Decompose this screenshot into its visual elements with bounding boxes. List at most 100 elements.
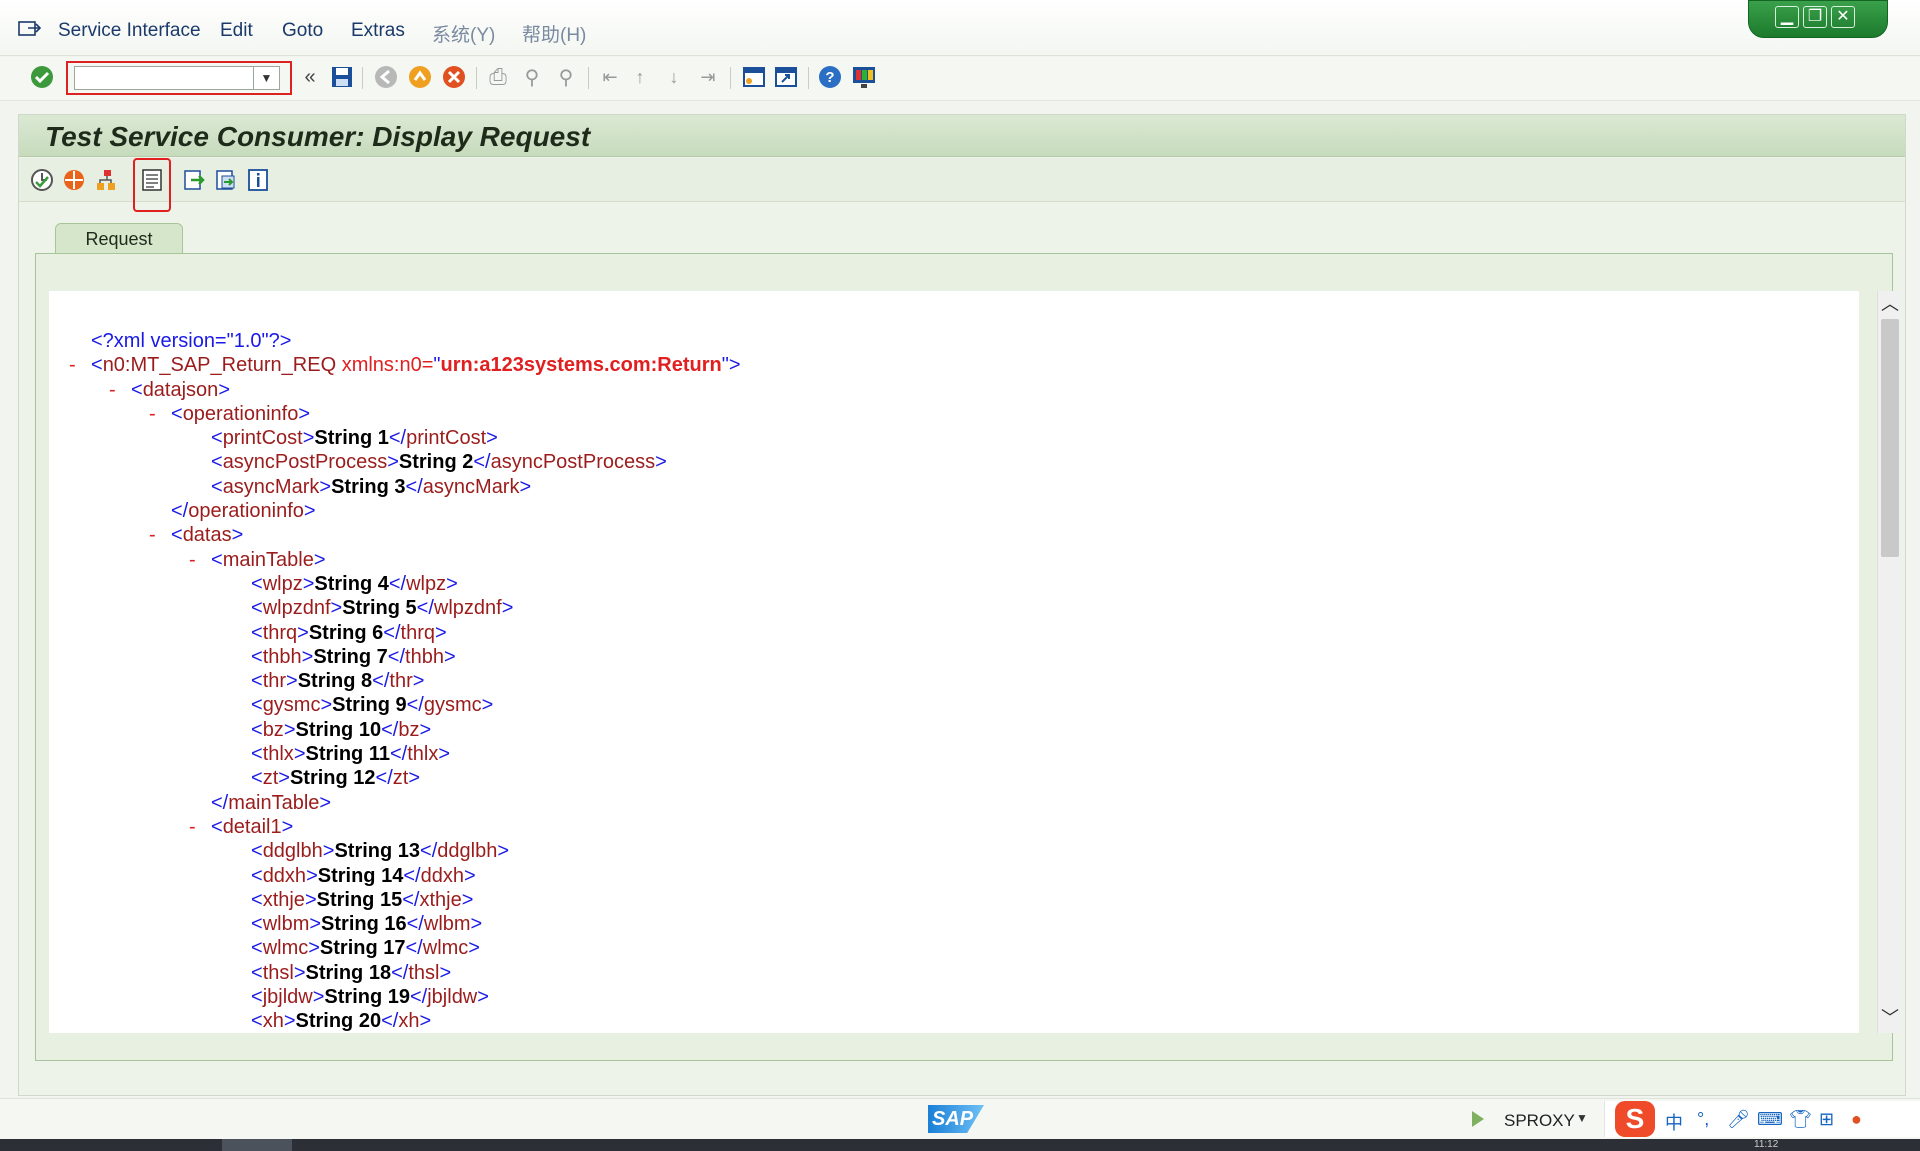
back-nav-icon[interactable]: « — [296, 63, 324, 91]
collapse-toggle[interactable]: - — [189, 815, 196, 839]
xml-bracket: < — [211, 451, 223, 474]
tab-request[interactable]: Request — [55, 223, 183, 253]
scroll-up-icon[interactable]: ︿ — [1880, 293, 1900, 315]
xml-bracket: > — [408, 767, 421, 790]
execute-icon[interactable] — [29, 167, 55, 193]
window-controls: ▁ ❐ ✕ — [1748, 0, 1888, 38]
keyboard-icon[interactable]: ⌨ — [1757, 1109, 1783, 1130]
xml-bracket: > — [477, 986, 489, 1009]
xml-field-value: String 8 — [297, 670, 373, 693]
find-icon[interactable]: ⚲ — [518, 63, 546, 91]
chevron-down-icon[interactable]: ▼ — [254, 66, 280, 90]
xml-field-line: <thr>String 8</thr> — [49, 669, 1849, 693]
xml-bracket: < — [251, 840, 263, 863]
collapse-toggle[interactable]: - — [109, 378, 116, 402]
xml-bracket: > — [419, 1010, 432, 1033]
xml-field-tag: printCost — [406, 427, 487, 450]
info-icon[interactable] — [245, 167, 271, 193]
xml-bracket: > — [301, 645, 314, 668]
collapse-toggle[interactable]: - — [149, 523, 156, 547]
xml-field-tag: thbh — [262, 645, 302, 668]
xml-declaration: <?xml version="1.0"?> — [91, 330, 292, 352]
find-next-icon[interactable]: ⚲ — [552, 63, 580, 91]
print-icon[interactable]: ⎙ — [484, 63, 512, 91]
collapse-toggle[interactable]: - — [189, 548, 196, 572]
close-icon[interactable]: ✕ — [1831, 6, 1855, 28]
next-page-icon[interactable]: ↓ — [660, 63, 688, 91]
taskbar: 11:12 — [0, 1139, 1920, 1151]
load-file-icon[interactable] — [181, 167, 207, 193]
taskbar-item[interactable] — [222, 1139, 292, 1151]
first-page-icon[interactable]: ⇤ — [596, 63, 624, 91]
new-session-icon[interactable] — [740, 63, 768, 91]
xml-field-tag: bz — [398, 718, 420, 741]
xml-bracket: < — [251, 986, 263, 1009]
xml-bracket: </ — [387, 645, 406, 668]
enter-icon[interactable] — [28, 63, 56, 91]
help-icon[interactable]: ? — [816, 63, 844, 91]
chevron-down-icon[interactable]: ▼ — [1576, 1111, 1588, 1125]
system-toolbar: ▼ « ⎙ ⚲ ⚲ ⇤ ↑ ↓ ⇥ ? — [0, 57, 1920, 101]
menu-service-interface[interactable]: Service Interface — [58, 20, 201, 42]
xml-bracket: </ — [405, 475, 423, 498]
xml-field-tag: gysmc — [423, 694, 482, 717]
minimize-icon[interactable]: ▁ — [1775, 6, 1799, 28]
ime-punct[interactable]: °, — [1697, 1109, 1709, 1130]
layout-icon[interactable] — [850, 63, 878, 91]
menu-edit[interactable]: Edit — [220, 20, 253, 42]
xml-field-value: String 14 — [317, 864, 404, 887]
debug-icon[interactable] — [61, 167, 87, 193]
xml-field-line: <wlpz>String 4</wlpz> — [49, 572, 1849, 596]
shortcut-icon[interactable] — [772, 63, 800, 91]
collapse-toggle[interactable]: - — [69, 353, 76, 377]
save-icon[interactable] — [328, 63, 356, 91]
ime-logo[interactable]: S — [1615, 1101, 1655, 1137]
xml-field-tag: wlpz — [406, 572, 447, 595]
xml-bracket: </ — [406, 694, 424, 717]
xml-bracket: </ — [406, 913, 424, 936]
xml-datajson-open: - <datajson> — [109, 378, 230, 402]
menu-help[interactable]: 帮助(H) — [522, 20, 586, 47]
hierarchy-icon[interactable] — [93, 167, 119, 193]
xml-content: <?xml version="1.0"?> - <n0:MT_SAP_Return… — [49, 329, 1849, 1033]
vertical-scrollbar[interactable]: ︿ ﹀ — [1877, 291, 1901, 1033]
menu-extras[interactable]: Extras — [351, 20, 405, 42]
microphone-icon[interactable]: 🎤︎ — [1727, 1109, 1750, 1130]
xml-bracket: </ — [391, 961, 409, 984]
mascot-icon[interactable]: ● — [1851, 1109, 1862, 1130]
last-page-icon[interactable]: ⇥ — [694, 63, 722, 91]
restore-icon[interactable]: ❐ — [1803, 6, 1827, 28]
prev-page-icon[interactable]: ↑ — [626, 63, 654, 91]
xml-field-value: String 12 — [289, 767, 376, 790]
xml-viewer: <?xml version="1.0"?> - <n0:MT_SAP_Return… — [49, 291, 1859, 1033]
xml-bracket: > — [286, 670, 298, 693]
ime-mode[interactable]: 中 — [1665, 1109, 1683, 1135]
scroll-thumb[interactable] — [1881, 319, 1899, 557]
scroll-down-icon[interactable]: ﹀ — [1880, 1007, 1900, 1029]
xml-bracket: < — [251, 621, 263, 644]
exit-icon[interactable] — [406, 63, 434, 91]
menu-system[interactable]: 系统(Y) — [432, 20, 495, 47]
grid-icon[interactable]: ⊞ — [1819, 1109, 1834, 1130]
save-file-icon[interactable] — [213, 167, 239, 193]
xml-field-tag: printCost — [222, 427, 303, 450]
command-field[interactable] — [74, 66, 254, 90]
xml-field-tag: jbjldw — [262, 986, 313, 1009]
xml-field-tag: asyncMark — [422, 475, 520, 498]
xml-maintable-open: - <mainTable> — [189, 548, 326, 572]
xml-bracket: < — [251, 767, 263, 790]
xml-field-value: String 17 — [319, 937, 406, 960]
menu-goto[interactable]: Goto — [282, 20, 323, 42]
back-icon[interactable] — [372, 63, 400, 91]
xml-field-tag: asyncMark — [222, 475, 320, 498]
xml-bracket: > — [438, 743, 451, 766]
xml-field-tag: wlmc — [262, 937, 309, 960]
xml-bracket: > — [387, 451, 399, 474]
menu-icon[interactable] — [18, 20, 42, 38]
collapse-toggle[interactable]: - — [149, 402, 156, 426]
play-icon[interactable] — [1472, 1111, 1484, 1127]
xml-field-tag: ddglbh — [262, 840, 323, 863]
cancel-icon[interactable] — [440, 63, 468, 91]
shirt-icon[interactable]: 👕︎ — [1789, 1109, 1812, 1130]
xml-bracket: < — [251, 864, 263, 887]
